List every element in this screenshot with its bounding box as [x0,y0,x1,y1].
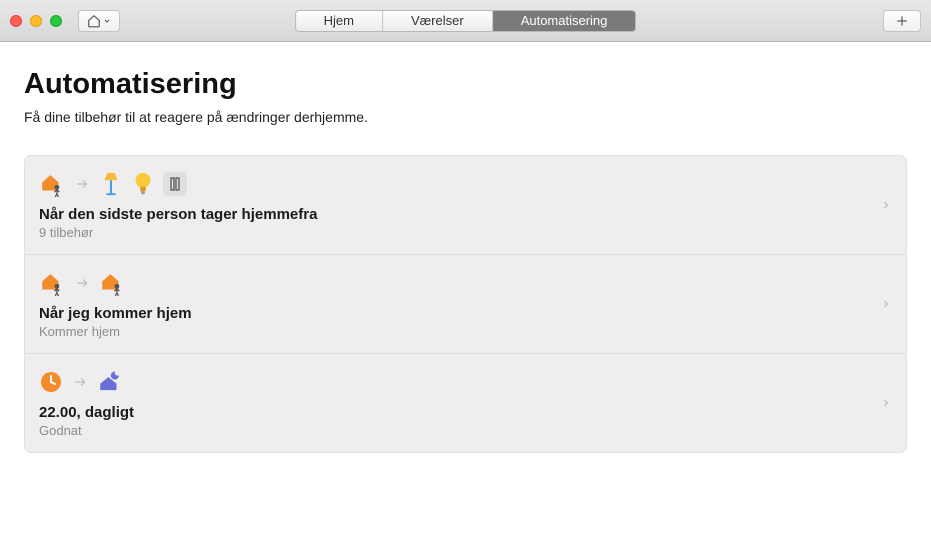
automation-subtitle: Kommer hjem [39,324,888,339]
automation-title: Når jeg kommer hjem [39,305,888,322]
page-title: Automatisering [24,68,907,101]
chevron-right-icon [881,198,890,212]
window-controls [10,15,62,27]
close-button[interactable] [10,15,22,27]
chevron-down-icon [103,17,111,25]
chevron-right-icon [881,396,890,410]
add-button[interactable] [883,10,921,32]
house-leave-icon [39,270,65,296]
house-icon [87,14,101,28]
automation-row[interactable]: Når den sidste person tager hjemmefra 9 … [25,156,906,255]
automation-title: Når den sidste person tager hjemmefra [39,206,888,223]
automation-icon-strip [39,269,888,297]
automation-row[interactable]: Når jeg kommer hjem Kommer hjem [25,255,906,354]
chevron-right-icon [881,297,890,311]
automation-subtitle: Godnat [39,423,888,438]
home-selector-dropdown[interactable] [78,10,120,32]
automation-subtitle: 9 tilbehør [39,225,888,240]
page-subtitle: Få dine tilbehør til at reagere på ændri… [24,109,907,125]
automation-icon-strip [39,368,888,396]
arrow-right-icon [71,375,89,389]
main-content: Automatisering Få dine tilbehør til at r… [0,42,931,479]
arrow-right-icon [73,177,91,191]
window-titlebar: Hjem Værelser Automatisering [0,0,931,42]
house-leave-icon [39,171,65,197]
lamp-icon [99,171,123,197]
automation-icon-strip [39,170,888,198]
maximize-button[interactable] [50,15,62,27]
tab-home[interactable]: Hjem [296,11,383,31]
tab-rooms[interactable]: Værelser [383,11,493,31]
clock-icon [39,370,63,394]
automation-row[interactable]: 22.00, dagligt Godnat [25,354,906,452]
automation-title: 22.00, dagligt [39,404,888,421]
view-segmented-control: Hjem Værelser Automatisering [295,10,637,32]
switch-tile-icon [163,172,187,196]
minimize-button[interactable] [30,15,42,27]
arrow-right-icon [73,276,91,290]
house-arrive-icon [99,270,125,296]
house-night-icon [97,369,123,395]
automation-list: Når den sidste person tager hjemmefra 9 … [24,155,907,453]
tab-automation[interactable]: Automatisering [493,11,636,31]
plus-icon [895,14,909,28]
bulb-icon [131,171,155,197]
